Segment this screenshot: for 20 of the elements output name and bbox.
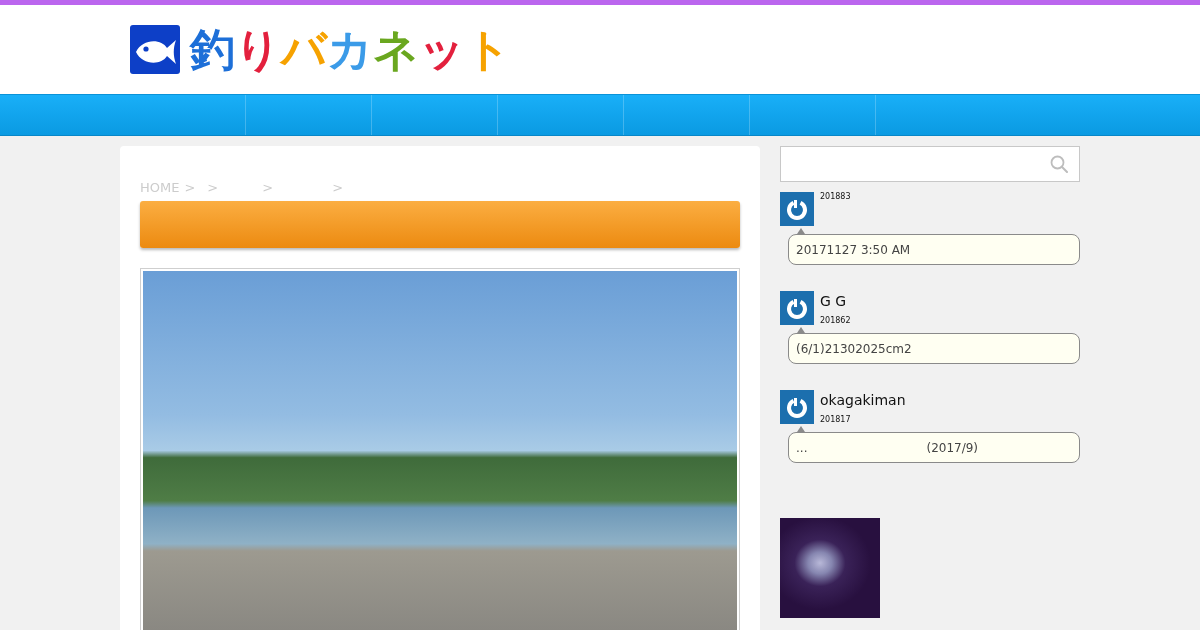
fish-icon xyxy=(130,25,180,74)
site-logo-link[interactable]: 釣りバカネット xyxy=(130,25,511,74)
comment-date: 201862 xyxy=(820,316,851,326)
breadcrumb-separator: > xyxy=(262,180,274,196)
breadcrumb-separator: > xyxy=(207,180,219,196)
comment-text: 20171127 3:50 AM xyxy=(796,241,911,258)
search-icon[interactable] xyxy=(1050,155,1068,173)
breadcrumb-separator: > xyxy=(184,180,196,196)
avatar-icon xyxy=(780,192,814,226)
avatar-icon xyxy=(780,291,814,325)
comment-text: (2017/9) xyxy=(926,439,979,456)
breadcrumb-separator: > xyxy=(332,180,344,196)
comment-text: ... xyxy=(796,439,808,456)
comment-text: (6/1)21302025cm2 xyxy=(796,340,912,357)
comment-date: 201817 xyxy=(820,415,851,425)
search-field[interactable] xyxy=(780,146,1080,182)
comment-author: G G xyxy=(820,292,847,311)
comment-author: okagakiman xyxy=(820,391,906,410)
comment-date: 201883 xyxy=(820,192,851,202)
avatar-icon xyxy=(780,390,814,424)
